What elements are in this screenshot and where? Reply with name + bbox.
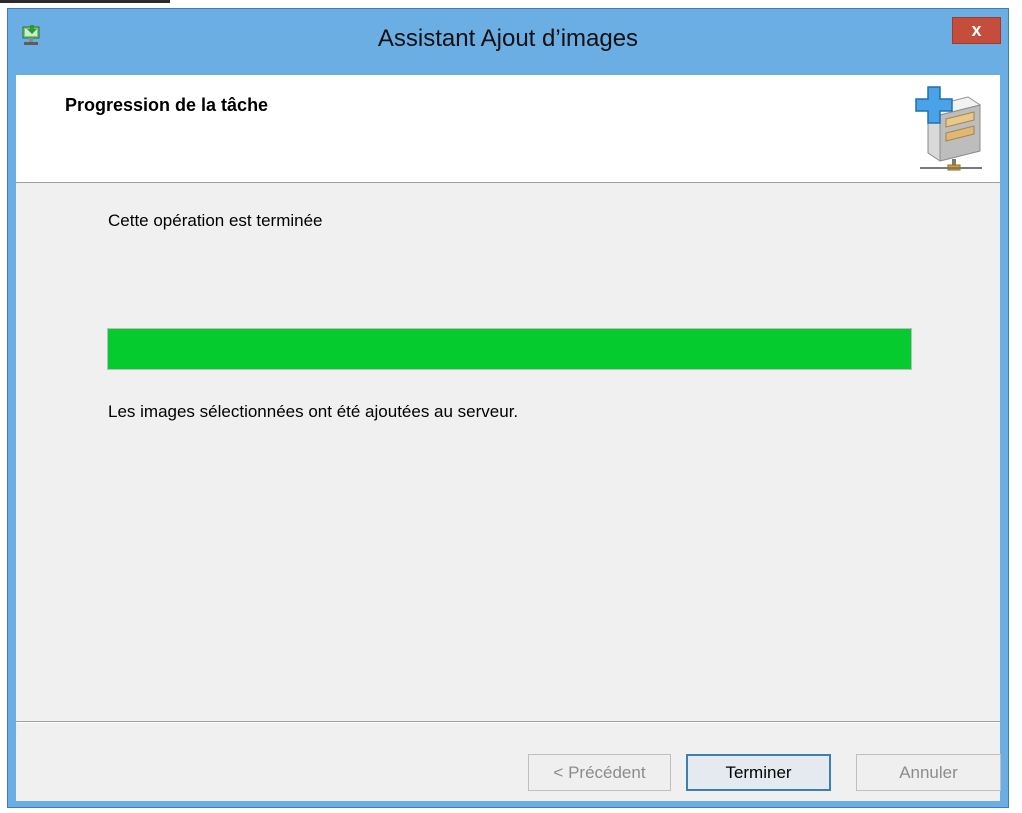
background-strip bbox=[0, 0, 1022, 8]
finish-button[interactable]: Terminer bbox=[686, 754, 831, 791]
page-title: Progression de la tâche bbox=[65, 95, 269, 115]
add-image-server-icon bbox=[915, 86, 982, 171]
progress-bar bbox=[107, 328, 912, 370]
footer-separator bbox=[16, 721, 1000, 723]
cancel-button[interactable]: Annuler bbox=[856, 754, 1001, 791]
wizard-client-area: Progression de la tâche Cette opération … bbox=[16, 75, 1001, 801]
progress-bar-fill bbox=[108, 329, 911, 369]
previous-button[interactable]: < Précédent bbox=[528, 754, 671, 791]
window-title: Assistant Ajout d’images bbox=[377, 25, 639, 52]
wizard-window: Assistant Ajout d’images x Progression d… bbox=[7, 8, 1009, 808]
status-label: Cette opération est terminée bbox=[108, 211, 323, 230]
background-edge bbox=[0, 0, 170, 3]
close-button[interactable]: x bbox=[952, 17, 1001, 44]
wizard-header: Progression de la tâche bbox=[16, 75, 1000, 183]
title-bar[interactable]: Assistant Ajout d’images x bbox=[8, 9, 1008, 75]
result-message: Les images sélectionnées ont été ajoutée… bbox=[108, 402, 519, 421]
